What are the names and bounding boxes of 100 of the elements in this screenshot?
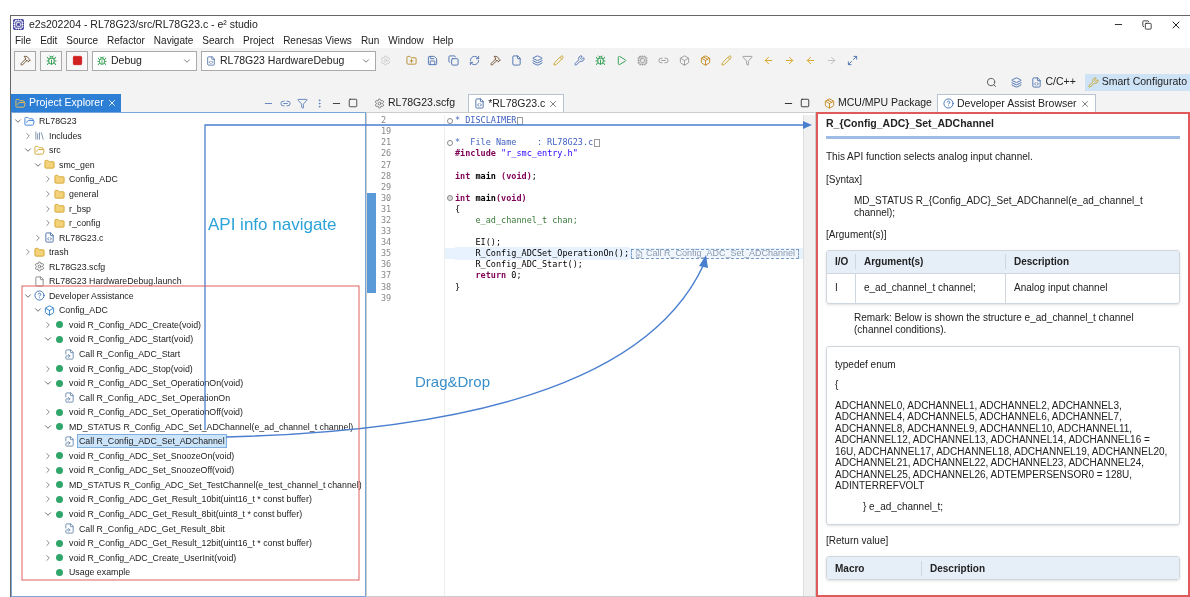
menu-item[interactable]: Project: [243, 33, 275, 48]
chip-icon[interactable]: [637, 55, 648, 66]
tab[interactable]: Developer Assist Browser: [936, 94, 1096, 112]
filter-icon[interactable]: [742, 55, 753, 66]
tab[interactable]: *RL78G23.c: [468, 94, 565, 112]
arrow-right-icon[interactable]: [826, 55, 837, 66]
tree-item[interactable]: RL78G23.c: [57, 230, 106, 245]
package-icon[interactable]: [700, 55, 711, 66]
chevron-right-icon[interactable]: [43, 189, 53, 199]
save-icon[interactable]: [427, 55, 438, 66]
tree-item[interactable]: RL78G23 HardwareDebug.launch: [47, 274, 184, 289]
copy-icon[interactable]: [448, 55, 459, 66]
refresh-icon[interactable]: [469, 55, 480, 66]
tree-item[interactable]: smc_gen: [57, 157, 97, 172]
perspective-button[interactable]: Smart Configurato: [1084, 73, 1190, 91]
box-icon[interactable]: [679, 55, 690, 66]
menu-item[interactable]: Refactor: [107, 33, 145, 48]
play-icon[interactable]: [616, 55, 627, 66]
chevron-right-icon[interactable]: [43, 479, 53, 490]
tree-item[interactable]: Call R_Config_ADC_Get_Result_8bit: [77, 521, 227, 536]
chevron-right-icon[interactable]: [43, 203, 53, 214]
chevron-right-icon[interactable]: [43, 465, 53, 476]
menu-item[interactable]: Renesas Views: [283, 33, 352, 48]
tree-item[interactable]: void R_Config_ADC_Set_OperationOff(void): [67, 405, 245, 420]
build-config-dropdown[interactable]: Debug: [92, 50, 197, 71]
tree-item[interactable]: void R_Config_ADC_Set_SnoozeOn(void): [67, 448, 237, 463]
menu-item[interactable]: File: [15, 33, 32, 48]
tree-item[interactable]: RL78G23.scfg: [47, 259, 108, 274]
folded-marker-icon[interactable]: [517, 116, 524, 125]
search-icon[interactable]: [986, 76, 998, 88]
chevron-right-icon[interactable]: [43, 552, 53, 563]
layers-icon[interactable]: [532, 55, 543, 66]
menu-item[interactable]: Source: [66, 33, 99, 48]
tree-item[interactable]: Developer Assistance: [47, 288, 136, 303]
arrow-left-icon[interactable]: [763, 55, 774, 66]
tree-item[interactable]: Includes: [47, 128, 84, 143]
hammer-button[interactable]: [14, 50, 36, 71]
folded-marker-icon[interactable]: [594, 138, 601, 147]
maximize-icon[interactable]: [348, 98, 358, 108]
chevron-right-icon[interactable]: [23, 130, 33, 141]
tree-item[interactable]: Config_ADC: [67, 172, 120, 187]
menu-item[interactable]: Navigate: [153, 33, 194, 48]
menu-item[interactable]: Window: [388, 33, 424, 48]
tree-item[interactable]: void R_Config_ADC_Get_Result_10bit(uint16_t * const buffer): [67, 492, 314, 507]
collapse-fold-icon[interactable]: [447, 195, 453, 202]
chevron-right-icon[interactable]: [43, 407, 53, 418]
stop-button[interactable]: [66, 50, 88, 71]
bug-icon[interactable]: [595, 55, 606, 66]
tree-item[interactable]: void R_Config_ADC_Set_SnoozeOff(void): [67, 463, 237, 478]
tree-item[interactable]: MD_STATUS R_Config_ADC_Set_ADChannel(e_ad_channel_t channel): [67, 419, 356, 434]
hammer-icon[interactable]: [490, 55, 501, 66]
tree-item[interactable]: general: [67, 187, 101, 201]
tree-item[interactable]: Call R_Config_ADC_Start: [77, 347, 183, 361]
file-icon[interactable]: [511, 55, 522, 66]
menu-item[interactable]: Search: [202, 33, 234, 48]
chevron-right-icon[interactable]: [43, 363, 53, 374]
wrench-icon[interactable]: [574, 55, 585, 66]
chevron-right-icon[interactable]: [23, 247, 33, 258]
chevron-right-icon[interactable]: [33, 232, 43, 243]
menu-item[interactable]: Edit: [40, 33, 58, 48]
tree-item[interactable]: Config_ADC: [57, 303, 110, 318]
pencil-icon[interactable]: [553, 55, 564, 66]
tree-item[interactable]: src: [47, 143, 63, 158]
link-icon[interactable]: [658, 55, 669, 66]
tree-item[interactable]: Call R_Config_ADC_Set_ADChannel: [77, 434, 227, 449]
tree-item[interactable]: Call R_Config_ADC_Set_OperationOn: [77, 390, 233, 405]
tree-item[interactable]: MD_STATUS R_Config_ADC_Set_TestChannel(e_test_channel_t channel): [67, 477, 364, 492]
tab[interactable]: Project Explorer: [11, 94, 121, 112]
tree-item[interactable]: RL78G23: [37, 114, 79, 129]
chevron-right-icon[interactable]: [43, 494, 53, 505]
bug-button[interactable]: [40, 50, 62, 71]
tree-item[interactable]: r_bsp: [67, 201, 93, 216]
tab[interactable]: RL78G23.scfg: [369, 94, 461, 112]
arrow-right-icon[interactable]: [784, 55, 795, 66]
tree-item[interactable]: void R_Config_ADC_Stop(void): [67, 361, 195, 376]
tree-item[interactable]: r_config: [67, 216, 103, 231]
chevron-right-icon[interactable]: [43, 218, 53, 229]
tree-item[interactable]: trash: [47, 245, 71, 260]
chevron-right-icon[interactable]: [43, 319, 53, 330]
launch-config-dropdown[interactable]: RL78G23 HardwareDebug: [201, 50, 376, 71]
menu-item[interactable]: Help: [432, 33, 454, 48]
tree-item[interactable]: void R_Config_ADC_Create(void): [67, 317, 203, 332]
tree-item[interactable]: void R_Config_ADC_Set_OperationOn(void): [67, 376, 246, 391]
filter-icon[interactable]: [297, 97, 308, 109]
open-window-icon[interactable]: [847, 55, 858, 66]
maximize-icon[interactable]: [800, 97, 810, 108]
restore-icon[interactable]: [1142, 19, 1152, 30]
chevron-right-icon[interactable]: [43, 450, 53, 461]
tree-item[interactable]: void R_Config_ADC_Get_Result_12bit(uint16_t * const buffer): [67, 536, 314, 551]
pencil-icon[interactable]: [721, 55, 732, 66]
tree-item[interactable]: void R_Config_ADC_Start(void): [67, 332, 196, 347]
arrow-left-icon[interactable]: [805, 55, 816, 66]
tree-item[interactable]: void R_Config_ADC_Create_UserInit(void): [67, 550, 239, 565]
chevron-right-icon[interactable]: [43, 174, 53, 185]
perspective-button[interactable]: C/C++: [1028, 73, 1079, 91]
new-folder-icon[interactable]: [406, 55, 417, 66]
tree-item[interactable]: Usage example: [67, 565, 133, 580]
tree-item[interactable]: void R_Config_ADC_Get_Result_8bit(uint8_t * const buffer): [67, 507, 305, 522]
menu-item[interactable]: Run: [360, 33, 380, 48]
open-perspective-icon[interactable]: [1011, 76, 1023, 88]
